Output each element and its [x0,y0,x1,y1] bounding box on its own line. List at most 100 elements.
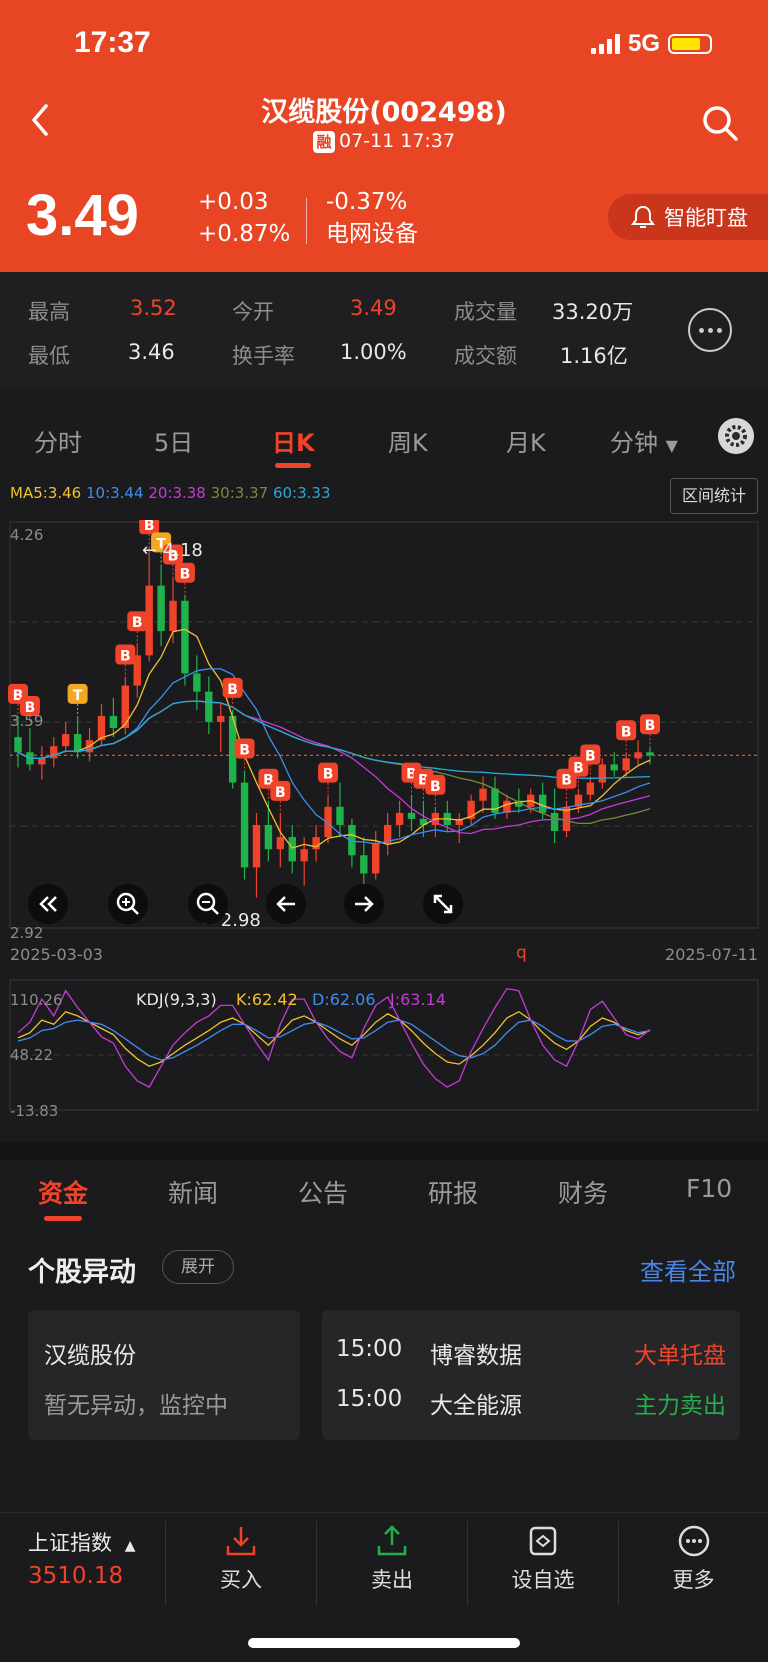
card-stock-name: 汉缆股份 [44,1343,136,1369]
index-value: 3510.18 [28,1563,124,1589]
alert-time: 15:00 [336,1336,403,1362]
signal-b-badge[interactable]: B [174,562,195,595]
sector-block[interactable]: -0.37% 电网设备 [326,186,418,250]
candle-body [538,794,547,813]
kdj-title: KDJ(9,3,3) [136,990,217,1009]
tab-weekly-k[interactable]: 周K [388,423,428,458]
svg-text:B: B [645,718,656,734]
add-watchlist-button[interactable]: 设自选 [468,1513,618,1605]
high-value: 3.52 [130,296,177,320]
more-stats-button[interactable] [688,308,732,352]
ma10-label: 10:3.44 [85,484,144,502]
candle-body [276,837,285,850]
battery-icon [668,34,712,54]
card-stock-status: 暂无异动，监控中 [44,1393,228,1419]
rewind-button[interactable] [28,884,68,924]
header-divider [306,198,307,244]
sell-button[interactable]: 卖出 [317,1513,467,1605]
tab-announcements[interactable]: 公告 [298,1174,348,1210]
candle-body [646,752,654,756]
candle-body [193,673,201,692]
expand-button[interactable]: 展开 [162,1250,234,1284]
kdj-k-label: K:62.42 [236,990,298,1009]
y-axis-bottom-label: 2.92 [10,924,43,942]
tab-financials[interactable]: 财务 [558,1174,608,1210]
signal-t-badge[interactable]: T [67,683,88,716]
tab-5day[interactable]: 5日 [154,423,193,458]
view-all-link[interactable]: 查看全部 [640,1252,736,1287]
amount-value: 1.16亿 [560,344,628,368]
quote-stats: 最高 3.52 今开 3.49 成交量 33.20万 最低 3.46 换手率 1… [0,272,768,388]
expand-icon[interactable] [423,884,463,924]
smart-watch-label: 智能盯盘 [664,206,748,230]
signal-b-badge[interactable]: B [270,780,291,813]
tab-intraday[interactable]: 分时 [34,423,82,458]
signal-b-badge[interactable]: B [127,611,148,644]
signal-b-badge[interactable]: B [425,774,446,807]
svg-text:B: B [621,724,632,740]
gear-icon[interactable] [718,418,754,454]
stock-alert-card[interactable]: 汉缆股份 暂无异动，监控中 [28,1310,300,1440]
section-title: 个股异动 [28,1257,136,1288]
bell-icon [631,205,655,228]
candle-body [586,782,595,795]
more-button[interactable]: 更多 [619,1513,768,1605]
download-icon [226,1527,256,1556]
tab-capital[interactable]: 资金 [38,1174,88,1210]
quote-timestamp: 07-11 17:37 [338,130,455,152]
chart-tabs: 分时 5日 日K 周K 月K 分钟 ▼ [0,405,768,468]
y-axis-top-label: 4.26 [10,526,43,544]
zoom-out-icon[interactable] [188,884,228,924]
low-value: 3.46 [128,340,175,364]
market-alert-card[interactable]: 15:00 博睿数据 大单托盘 15:00 大全能源 主力卖出 [322,1310,740,1440]
sector-name: 电网设备 [326,221,418,247]
volume-label: 成交量 [454,300,517,324]
network-label: 5G [627,30,660,57]
svg-text:B: B [585,749,596,765]
zoom-in-icon[interactable] [108,884,148,924]
candle-body [38,758,46,765]
kdj-bottom-label: -13.83 [10,1102,58,1120]
arrow-left-icon[interactable] [266,884,306,924]
tab-news[interactable]: 新闻 [168,1174,218,1210]
search-icon[interactable] [700,103,740,143]
candle-body [407,812,416,819]
kline-chart[interactable]: BBTBBBTBBBBBBB B B B BBBB B4.263.592.922025-0… [0,520,768,1120]
kdj-d-label: D:62.06 [312,990,376,1009]
amount-label: 成交额 [454,344,517,368]
range-stats-button[interactable]: 区间统计 [670,478,758,514]
signal-b-badge[interactable]: B [640,714,660,747]
signal-b-badge[interactable]: B [616,720,637,753]
candle-body [372,843,380,874]
signal-b-badge[interactable]: B [115,644,136,677]
change-abs: +0.03 [198,189,269,215]
status-indicators: 5G [590,30,712,58]
candle-body [634,752,642,759]
ma-legend: MA5:3.46 10:3.44 20:3.38 30:3.37 60:3.33 [10,484,331,502]
tab-daily-k[interactable]: 日K [272,423,315,458]
volume-value: 33.20万 [552,300,634,324]
index-widget[interactable]: 上证指数 ▲ 3510.18 [28,1527,135,1589]
tab-research[interactable]: 研报 [428,1174,478,1210]
svg-text:B: B [180,567,191,583]
kdj-j-label: J:63.14 [389,990,446,1009]
buy-button[interactable]: 买入 [166,1513,316,1605]
candle-body [300,849,308,862]
smart-watch-button[interactable]: 智能盯盘 [608,194,768,240]
signal-b-badge[interactable]: B [318,762,339,795]
section-gap [0,1142,768,1160]
more-label: 更多 [672,1568,715,1592]
svg-text:B: B [120,649,131,665]
candle-body [479,788,487,801]
candle-body [550,812,559,832]
tab-minute-label: 分钟 [610,429,658,457]
signal-b-badge[interactable]: B [234,738,255,771]
arrow-right-icon[interactable] [344,884,384,924]
kdj-top-label: 110.26 [10,991,63,1009]
tab-minute[interactable]: 分钟 ▼ [610,423,678,458]
tab-monthly-k[interactable]: 月K [506,423,546,458]
svg-text:B: B [275,785,286,801]
tab-f10[interactable]: F10 [686,1174,732,1203]
chevron-down-icon: ▼ [665,436,678,455]
index-name: 上证指数 [28,1531,112,1555]
